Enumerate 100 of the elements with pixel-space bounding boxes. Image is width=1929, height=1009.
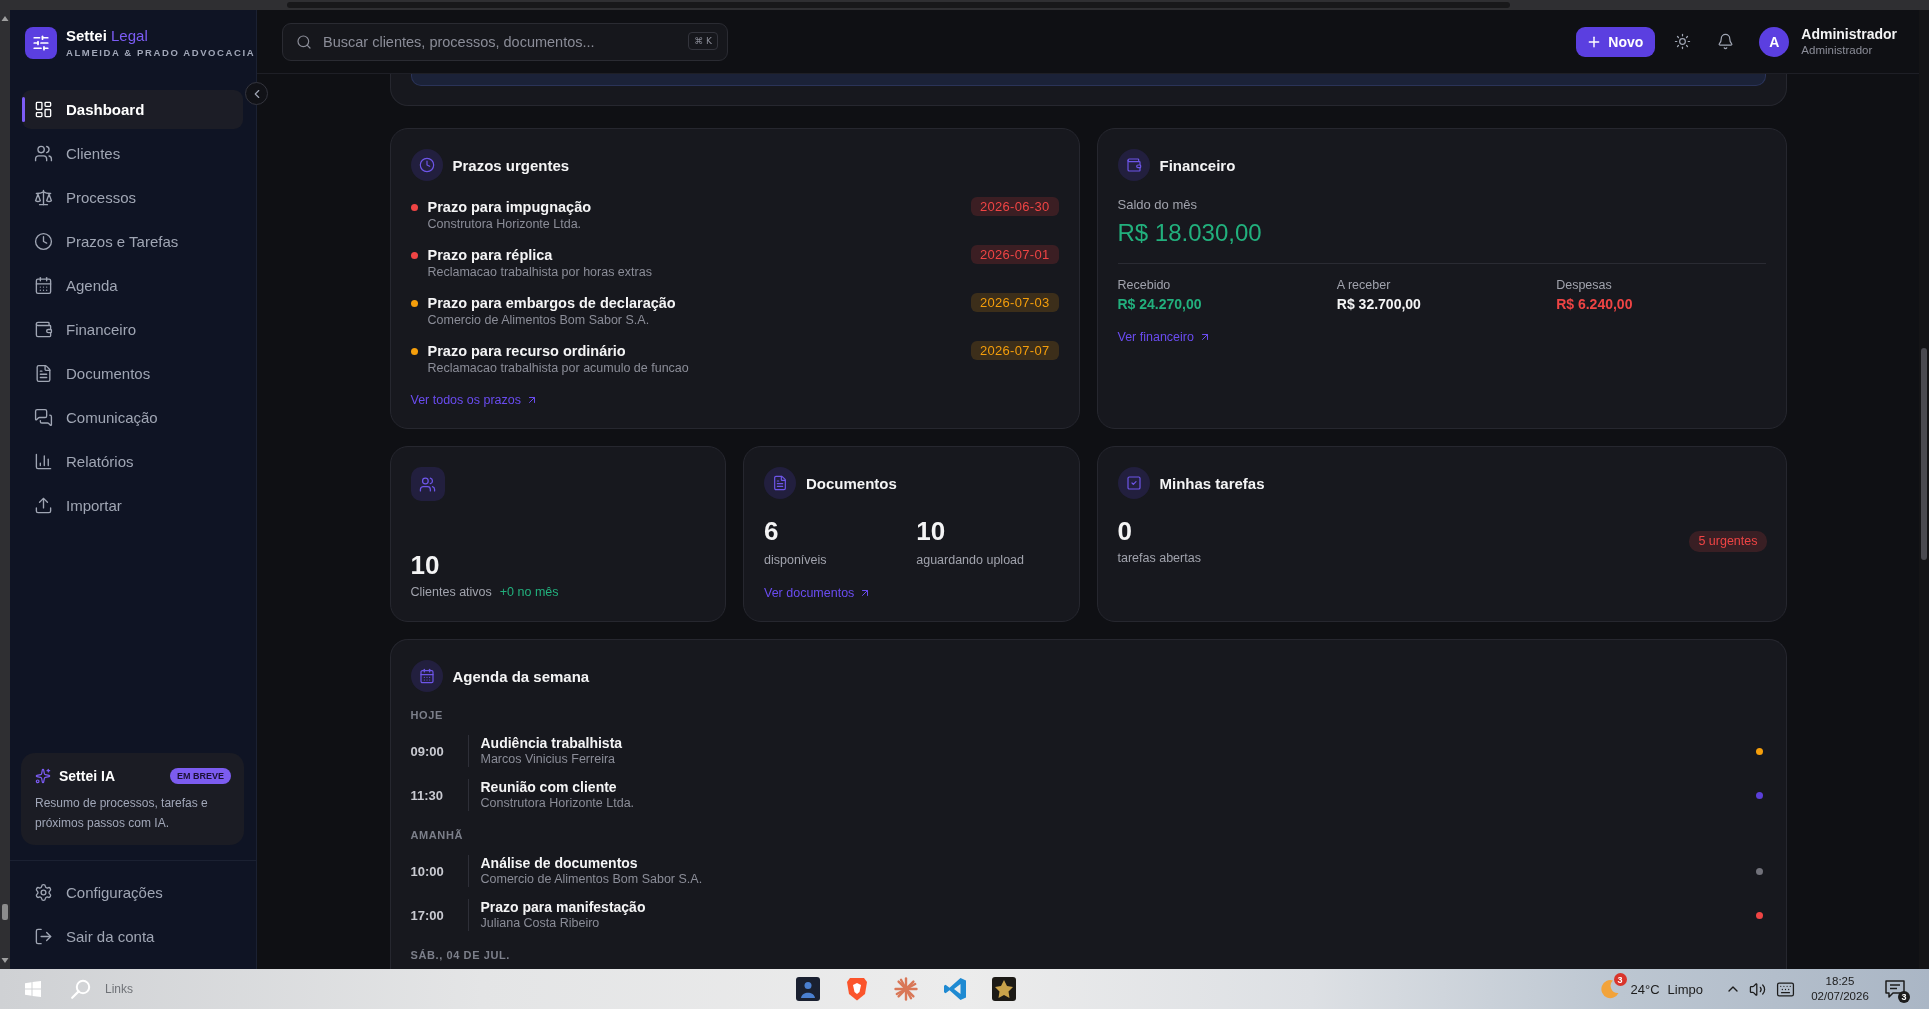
nav-item[interactable]: Relatórios xyxy=(22,442,243,481)
stat-value: R$ 32.700,00 xyxy=(1336,295,1422,313)
users-icon xyxy=(34,144,53,163)
document-icon xyxy=(34,364,53,383)
wallet-icon xyxy=(34,320,53,339)
avatar[interactable]: A xyxy=(1759,26,1790,57)
event-time: 11:30 xyxy=(410,787,445,803)
balance-label: Saldo do mês xyxy=(1117,197,1198,212)
tasks-count: 0 xyxy=(1117,516,1133,546)
new-button[interactable]: Novo xyxy=(1576,26,1656,57)
due-date: 2026-06-30 xyxy=(971,197,1059,216)
sliders-logo-icon xyxy=(25,27,57,59)
checkbox-icon xyxy=(1117,467,1150,499)
shortcut-hint: ⌘ K xyxy=(688,31,718,50)
clock-time: 18:25 xyxy=(1825,974,1855,989)
scale-icon xyxy=(34,188,53,207)
collapse-button[interactable] xyxy=(245,82,268,105)
urgent-count: 5 urgentes xyxy=(1689,530,1767,552)
event-client: Construtora Horizonte Ltda. xyxy=(480,796,636,811)
clock-icon xyxy=(34,232,53,251)
logout-icon xyxy=(34,927,53,946)
sparkle-icon xyxy=(35,768,51,784)
wallet-icon xyxy=(1117,149,1150,181)
clients-label: Clientes ativos xyxy=(410,584,492,600)
stat-label: A receber xyxy=(1336,278,1392,293)
nav-item[interactable]: Configurações xyxy=(22,873,243,912)
nav-item[interactable]: Comunicação xyxy=(22,398,243,437)
calendar-icon xyxy=(34,276,53,295)
arrow-up-right-icon xyxy=(526,394,538,406)
stat-label: Despesas xyxy=(1556,278,1613,293)
nav-item[interactable]: Agenda xyxy=(22,266,243,305)
star-tile-icon[interactable] xyxy=(991,977,1016,1001)
settings-icon xyxy=(34,883,53,902)
event-time: 09:00 xyxy=(410,743,445,759)
shield-icon[interactable] xyxy=(845,977,868,1001)
nav-item[interactable]: Dashboard xyxy=(22,90,243,129)
chat-bubbles-icon xyxy=(34,408,53,427)
nav-item[interactable]: Processos xyxy=(22,178,243,217)
deadline-client: Reclamacao trabalhista por acumulo de funcao xyxy=(427,360,690,376)
nav-item[interactable]: Importar xyxy=(22,486,243,525)
clock-date: 02/07/2026 xyxy=(1811,989,1869,1004)
deadline-client: Construtora Horizonte Ltda. xyxy=(427,216,583,232)
event-client: Comercio de Alimentos Bom Sabor S.A. xyxy=(480,872,704,887)
nav-item[interactable]: Sair da conta xyxy=(22,917,243,956)
card-title: Prazos urgentes xyxy=(452,156,570,174)
document-count-label: aguardando upload xyxy=(916,553,1025,568)
nav-item[interactable]: Clientes xyxy=(22,134,243,173)
card-title: Financeiro xyxy=(1159,156,1236,174)
stat-value: R$ 24.270,00 xyxy=(1117,295,1203,313)
stat-label: Recebido xyxy=(1117,278,1172,293)
document-count: 10 xyxy=(916,516,947,546)
person-tile-icon[interactable] xyxy=(795,977,820,1001)
event-title: Análise de documentos xyxy=(480,855,639,872)
card-title: Minhas tarefas xyxy=(1159,474,1265,492)
firm-name: ALMEIDA & PRADO ADVOCACIA xyxy=(66,47,256,59)
card-title: Agenda da semana xyxy=(452,667,590,685)
nav-item[interactable]: Prazos e Tarefas xyxy=(22,222,243,261)
document-count: 6 xyxy=(764,516,780,546)
user-name: Administrador xyxy=(1801,26,1897,43)
ribbon-icon[interactable] xyxy=(942,977,967,1001)
due-date: 2026-07-07 xyxy=(971,341,1059,360)
ai-description: Resumo de processos, tarefas e próximos passos com IA. xyxy=(35,795,209,832)
event-time: 17:00 xyxy=(410,907,445,923)
deadline-title: Prazo para réplica xyxy=(427,246,554,264)
event-title: Prazo para manifestação xyxy=(480,899,647,916)
deadline-client: Comercio de Alimentos Bom Sabor S.A. xyxy=(427,312,651,328)
clients-delta: +0 no mês xyxy=(499,584,559,600)
start-icon[interactable] xyxy=(25,981,41,997)
asterisk-icon[interactable] xyxy=(893,977,918,1001)
event-client: Juliana Costa Ribeiro xyxy=(480,916,601,931)
nav-item[interactable]: Documentos xyxy=(22,354,243,393)
notifications-button[interactable]: 3 xyxy=(1883,977,1907,1001)
upload-icon xyxy=(34,496,53,515)
search-icon xyxy=(296,33,312,50)
card-title: Documentos xyxy=(806,474,897,492)
clients-count: 10 xyxy=(410,550,441,580)
deadline-client: Reclamacao trabalhista por horas extras xyxy=(427,264,653,280)
document-count-label: disponíveis xyxy=(764,553,828,568)
bar-chart-icon xyxy=(34,452,53,471)
temperature: 24°C xyxy=(1630,981,1660,997)
user-role: Administrador xyxy=(1801,43,1874,57)
calendar-icon xyxy=(410,660,443,692)
bell-icon[interactable] xyxy=(1717,33,1735,50)
due-date: 2026-07-03 xyxy=(971,293,1059,312)
crescent-moon-icon[interactable] xyxy=(1599,979,1620,999)
balance-value: R$ 18.030,00 xyxy=(1117,218,1263,248)
document-icon xyxy=(764,467,796,499)
sun-icon[interactable] xyxy=(1674,33,1692,50)
deadline-title: Prazo para recurso ordinário xyxy=(427,342,627,360)
speaker-icon[interactable] xyxy=(1749,980,1766,998)
soon-badge: EM BREVE xyxy=(170,768,231,784)
layout-grid-icon xyxy=(34,100,53,119)
day-label: AMANHÃ xyxy=(410,828,463,842)
event-time: 10:00 xyxy=(410,863,445,879)
clock-icon xyxy=(410,149,443,181)
nav-item[interactable]: Financeiro xyxy=(22,310,243,349)
due-date: 2026-07-01 xyxy=(971,245,1059,264)
deadline-title: Prazo para impugnação xyxy=(427,198,593,216)
day-label: HOJE xyxy=(410,708,443,722)
day-label: SÁB., 04 DE JUL. xyxy=(410,948,510,962)
